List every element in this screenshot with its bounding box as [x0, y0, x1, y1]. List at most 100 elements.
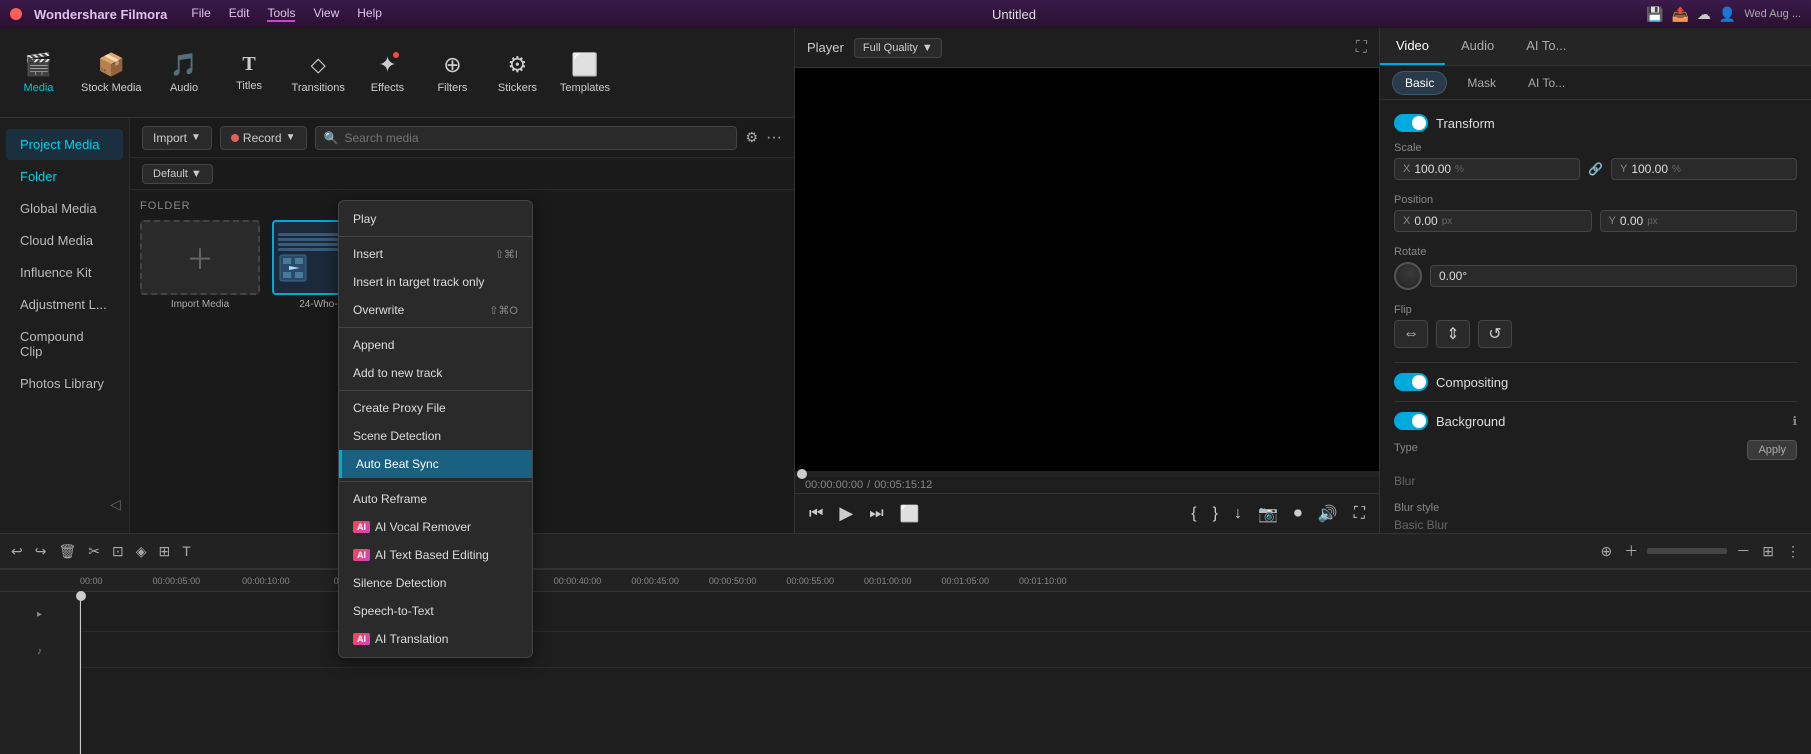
undo-icon[interactable]: ↩: [8, 540, 26, 563]
ctx-overwrite[interactable]: Overwrite ⇧⌘O: [339, 296, 532, 324]
ctx-speech[interactable]: Speech-to-Text: [339, 597, 532, 625]
pos-x-field[interactable]: X 0.00 px: [1394, 210, 1592, 232]
tab-ai[interactable]: AI To...: [1510, 28, 1582, 65]
rotate-dial[interactable]: [1394, 262, 1422, 290]
quality-select[interactable]: Full Quality ▼: [854, 38, 942, 58]
menu-edit[interactable]: Edit: [229, 6, 250, 22]
user-icon[interactable]: 👤: [1719, 6, 1736, 23]
import-button[interactable]: Import ▼: [142, 126, 212, 150]
flip-h-button[interactable]: ⇔: [1394, 320, 1428, 348]
ctx-insert[interactable]: Insert ⇧⌘I: [339, 240, 532, 268]
tool-stock[interactable]: 📦 Stock Media: [81, 52, 142, 94]
zoom-slider[interactable]: [1647, 548, 1727, 554]
grid-icon[interactable]: ⊞: [1759, 540, 1777, 563]
rotate-field[interactable]: 0.00°: [1430, 265, 1797, 287]
redo-icon[interactable]: ↪: [32, 540, 50, 563]
cut-icon[interactable]: ✂: [85, 540, 103, 563]
sidebar-item-influence[interactable]: Influence Kit: [6, 257, 123, 288]
scale-x-field[interactable]: X 100.00 %: [1394, 158, 1580, 180]
magnet-icon[interactable]: ⊕: [1598, 540, 1616, 563]
fullscreen-icon[interactable]: ⛶: [1350, 503, 1369, 525]
ctx-proxy[interactable]: Create Proxy File: [339, 394, 532, 422]
ctx-reframe[interactable]: Auto Reframe: [339, 485, 532, 513]
add-media-item[interactable]: ＋ Import Media: [140, 220, 260, 310]
scale-y-field[interactable]: Y 100.00 %: [1611, 158, 1797, 180]
tool-filters[interactable]: ⊕ Filters: [430, 52, 475, 94]
ctx-play[interactable]: Play: [339, 205, 532, 233]
save-icon[interactable]: 💾: [1646, 6, 1663, 23]
background-label: Background: [1436, 414, 1505, 429]
snapshot-icon[interactable]: 📷: [1254, 502, 1282, 526]
tool-transitions[interactable]: ⬦ Transitions: [292, 52, 345, 94]
subtab-mask[interactable]: Mask: [1455, 72, 1508, 94]
pos-y-field[interactable]: Y 0.00 px: [1600, 210, 1798, 232]
in-point-icon[interactable]: {: [1187, 503, 1200, 525]
delete-icon[interactable]: 🗑: [55, 540, 79, 563]
scale-lock-icon[interactable]: 🔗: [1588, 162, 1603, 176]
ctx-scene[interactable]: Scene Detection: [339, 422, 532, 450]
record-button[interactable]: Record ▼: [220, 126, 307, 150]
volume-icon[interactable]: 🔊: [1314, 502, 1342, 526]
out-point-icon[interactable]: }: [1209, 503, 1222, 525]
ctx-beat-sync[interactable]: Auto Beat Sync: [339, 450, 532, 478]
tool-effects[interactable]: ✦ Effects: [365, 52, 410, 94]
tool-templates[interactable]: ⬜ Templates: [560, 52, 610, 94]
color-match-icon[interactable]: ◈: [133, 540, 150, 563]
record-ctrl-icon[interactable]: ⏺: [1290, 503, 1306, 525]
background-toggle[interactable]: [1394, 412, 1428, 430]
filter-icon[interactable]: ⚙: [745, 129, 758, 146]
subtab-basic[interactable]: Basic: [1392, 71, 1447, 95]
tool-audio[interactable]: 🎵 Audio: [162, 52, 207, 94]
ctx-silence[interactable]: Silence Detection: [339, 569, 532, 597]
close-button[interactable]: [10, 8, 22, 20]
share-icon[interactable]: 📤: [1671, 6, 1688, 23]
stop-button[interactable]: ⬜: [896, 502, 924, 526]
cloud-icon[interactable]: ☁: [1697, 6, 1711, 23]
menu-view[interactable]: View: [313, 6, 339, 22]
menu-file[interactable]: File: [191, 6, 210, 22]
play-button[interactable]: ▶: [835, 501, 857, 526]
prev-frame-button[interactable]: ⏮: [805, 503, 827, 525]
flip-v-button[interactable]: ⇕: [1436, 320, 1470, 348]
sidebar-item-compound[interactable]: Compound Clip: [6, 321, 123, 367]
sidebar-item-adjustment[interactable]: Adjustment L...: [6, 289, 123, 320]
sidebar-item-cloud[interactable]: Cloud Media: [6, 225, 123, 256]
more-tl-icon[interactable]: ⋮: [1783, 540, 1803, 563]
menu-help[interactable]: Help: [357, 6, 382, 22]
subtab-ai[interactable]: AI To...: [1516, 72, 1577, 94]
playhead-handle[interactable]: [76, 591, 86, 601]
compositing-toggle[interactable]: [1394, 373, 1428, 391]
apply-button[interactable]: Apply: [1747, 440, 1797, 460]
search-input[interactable]: [344, 131, 728, 145]
transform-toggle[interactable]: [1394, 114, 1428, 132]
sidebar-collapse[interactable]: ◁: [110, 496, 121, 513]
sidebar-item-global[interactable]: Global Media: [6, 193, 123, 224]
ctx-append[interactable]: Append: [339, 331, 532, 359]
tool-stickers[interactable]: ⚙ Stickers: [495, 52, 540, 94]
next-frame-button[interactable]: ⏭: [865, 503, 887, 525]
sidebar-item-photos[interactable]: Photos Library: [6, 368, 123, 399]
tool-media[interactable]: 🎬 Media: [16, 52, 61, 94]
menu-tools[interactable]: Tools: [267, 6, 295, 22]
ai-split-icon[interactable]: ⊞: [156, 540, 174, 563]
sort-button[interactable]: Default ▼: [142, 164, 213, 184]
preview-expand-icon[interactable]: ⛶: [1356, 39, 1367, 57]
insert-icon[interactable]: ↓: [1230, 503, 1246, 525]
ctx-vocal[interactable]: AI AI Vocal Remover: [339, 513, 532, 541]
ctx-text-edit[interactable]: AI AI Text Based Editing: [339, 541, 532, 569]
zoom-out-icon[interactable]: －: [1733, 538, 1753, 564]
tool-titles[interactable]: T Titles: [227, 53, 272, 92]
ctx-add-track[interactable]: Add to new track: [339, 359, 532, 387]
crop-icon[interactable]: ⊡: [109, 540, 127, 563]
sidebar-item-project[interactable]: Project Media: [6, 129, 123, 160]
preview-scrubber[interactable]: [795, 471, 1379, 477]
text-icon[interactable]: T: [179, 540, 194, 562]
tab-video[interactable]: Video: [1380, 28, 1445, 65]
sidebar-item-folder[interactable]: Folder: [6, 161, 123, 192]
ctx-insert-track[interactable]: Insert in target track only: [339, 268, 532, 296]
flip-reset-button[interactable]: ↺: [1478, 320, 1512, 348]
zoom-in-icon[interactable]: ＋: [1621, 538, 1641, 564]
tab-audio[interactable]: Audio: [1445, 28, 1510, 65]
ctx-translation[interactable]: AI AI Translation: [339, 625, 532, 653]
more-icon[interactable]: ···: [766, 129, 782, 147]
